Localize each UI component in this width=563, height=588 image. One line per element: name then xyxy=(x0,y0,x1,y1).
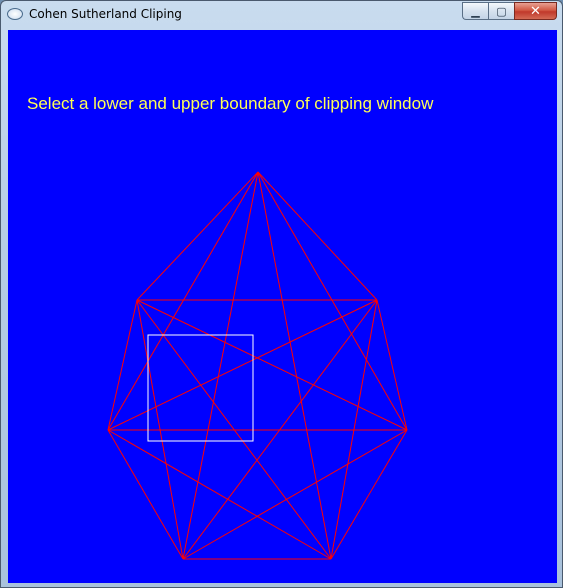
title-bar[interactable]: Cohen Sutherland Cliping ▁ ▢ ✕ xyxy=(1,1,562,29)
polygon-edge-6 xyxy=(136,171,259,301)
window-title: Cohen Sutherland Cliping xyxy=(29,7,182,21)
polygon-edge-21 xyxy=(107,299,138,431)
polygon-drawing xyxy=(107,171,408,560)
clipping-window-rect xyxy=(147,334,254,442)
polygon-edge-4 xyxy=(182,171,259,560)
minimize-icon: ▁ xyxy=(471,4,480,18)
polygon-edges xyxy=(107,171,408,560)
polygon-edge-3 xyxy=(257,171,332,560)
polygon-edge-1 xyxy=(257,171,378,301)
app-window: Cohen Sutherland Cliping ▁ ▢ ✕ Select a … xyxy=(0,0,563,588)
polygon-edge-7 xyxy=(376,299,408,431)
maximize-icon: ▢ xyxy=(496,4,507,18)
polygon-edge-2 xyxy=(257,171,408,431)
window-controls: ▁ ▢ ✕ xyxy=(462,2,557,21)
polygon-edge-17 xyxy=(107,429,332,560)
polygon-edge-13 xyxy=(182,429,408,560)
maximize-button[interactable]: ▢ xyxy=(488,2,514,20)
close-button[interactable]: ✕ xyxy=(514,2,557,20)
close-icon: ✕ xyxy=(530,3,541,19)
polygon-edge-5 xyxy=(107,171,259,431)
minimize-button[interactable]: ▁ xyxy=(462,2,488,20)
app-icon[interactable] xyxy=(7,8,23,20)
drawing-canvas[interactable]: Select a lower and upper boundary of cli… xyxy=(8,30,557,583)
polygon-edge-15 xyxy=(136,299,408,431)
